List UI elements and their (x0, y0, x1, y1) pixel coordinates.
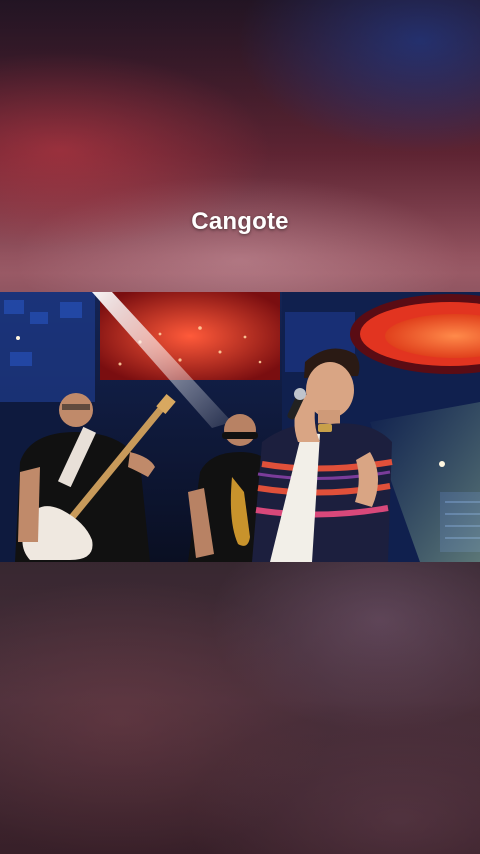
story-viewer: Cangote (0, 0, 480, 854)
caption-text: Cangote (191, 208, 289, 235)
video-frame-image (0, 292, 480, 562)
video-player[interactable] (0, 292, 480, 562)
